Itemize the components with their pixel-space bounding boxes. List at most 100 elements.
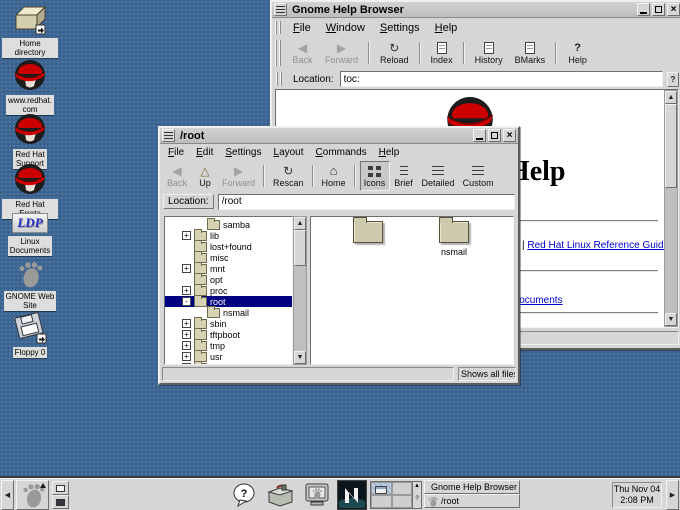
forward-button[interactable]: ▶ Forward <box>218 161 259 191</box>
desk-guide-arrow-button[interactable]: ▲ <box>413 482 421 495</box>
main-menu-button[interactable] <box>16 480 49 510</box>
tree-item[interactable]: - root <box>165 296 292 307</box>
menu-item[interactable]: File <box>162 146 190 159</box>
mini-applet-top-button[interactable] <box>52 481 69 495</box>
menu-item[interactable]: Settings <box>373 20 428 36</box>
menu-item[interactable]: Layout <box>268 146 310 159</box>
desktop-icon-red-hat-errata[interactable]: Red Hat Errata <box>2 160 58 219</box>
tree-item[interactable]: + tmp <box>165 340 292 351</box>
icons-view-button[interactable]: Icons <box>360 161 390 191</box>
tree-item[interactable]: lost+found <box>165 241 292 252</box>
menu-item[interactable]: Help <box>373 146 406 159</box>
tree-item[interactable]: + lib <box>165 230 292 241</box>
location-help-button[interactable]: ? <box>667 72 679 87</box>
task-button[interactable]: Gnome Help Browser <box>424 480 520 494</box>
menubar-grip[interactable] <box>275 21 283 34</box>
close-button[interactable]: × <box>503 129 516 142</box>
scrollbar-track[interactable] <box>294 230 306 351</box>
clock-applet[interactable]: Thu Nov 04 2:08 PM <box>612 482 662 508</box>
menu-item[interactable]: Window <box>319 20 373 36</box>
scrollbar-thumb[interactable] <box>665 104 677 188</box>
custom-view-button[interactable]: Custom <box>459 161 498 191</box>
tree-expander-icon[interactable]: + <box>182 363 191 365</box>
desktop-icon-www-redhat-com[interactable]: www.redhat. com <box>2 56 58 115</box>
up-button[interactable]: △ Up <box>192 161 218 191</box>
location-input[interactable] <box>218 194 515 210</box>
tree-expander-icon[interactable]: + <box>182 352 191 361</box>
brief-view-button[interactable]: Brief <box>390 161 418 191</box>
file-icon-pane[interactable]: nsmail <box>310 216 514 365</box>
help-vertical-scrollbar[interactable]: ▲ ▼ <box>664 90 678 327</box>
menu-item[interactable]: Help <box>428 20 466 36</box>
detailed-view-button[interactable]: Detailed <box>418 161 459 191</box>
scroll-down-icon[interactable]: ▼ <box>665 313 677 326</box>
bmarks-button[interactable]: BMarks <box>509 38 552 68</box>
location-input[interactable] <box>340 71 663 87</box>
menu-item[interactable]: Commands <box>310 146 373 159</box>
desk-guide-help-button[interactable]: ? <box>413 495 421 508</box>
scroll-down-icon[interactable]: ▼ <box>294 351 306 364</box>
home-button[interactable]: ⌂ Home <box>318 161 350 191</box>
menu-item[interactable]: File <box>286 20 319 36</box>
tree-expander-icon[interactable]: + <box>182 319 191 328</box>
file-icon-item[interactable] <box>339 221 397 256</box>
tree-item[interactable]: + tftpboot <box>165 329 292 340</box>
scroll-up-icon[interactable]: ▲ <box>294 217 306 230</box>
tree-item[interactable]: + mnt <box>165 263 292 274</box>
help-button[interactable]: ? Help <box>561 38 594 68</box>
menu-item[interactable]: Edit <box>190 146 219 159</box>
history-button[interactable]: History <box>469 38 509 68</box>
tree-item[interactable]: + proc <box>165 285 292 296</box>
desktop-1-active[interactable] <box>371 482 392 495</box>
desk-guide-applet[interactable]: ▲ ? <box>370 481 422 509</box>
reference-guide-link[interactable]: Red Hat Linux Reference Guide <box>527 240 664 251</box>
minimize-button[interactable] <box>637 3 650 16</box>
toolbox-launcher[interactable] <box>262 480 297 510</box>
tree-item[interactable]: misc <box>165 252 292 263</box>
desktop-icon-home-directory[interactable]: Home directory <box>2 3 58 58</box>
desktop-icon-floppy-0[interactable]: Floppy 0 <box>2 312 58 358</box>
help-window-titlebar[interactable]: Gnome Help Browser × <box>272 2 680 18</box>
back-button[interactable]: ◀ Back <box>286 38 319 68</box>
netscape-launcher[interactable] <box>337 480 367 510</box>
tree-expander-icon[interactable]: - <box>182 297 191 306</box>
task-button[interactable]: /root <box>424 494 520 508</box>
location-grip[interactable] <box>276 72 284 86</box>
scroll-up-icon[interactable]: ▲ <box>665 91 677 104</box>
fm-window-titlebar[interactable]: /root × <box>160 128 518 144</box>
mini-applet-bottom-button[interactable] <box>52 495 69 509</box>
file-icon-item[interactable]: nsmail <box>425 221 483 257</box>
tree-expander-icon[interactable]: + <box>182 286 191 295</box>
tree-expander-icon[interactable]: + <box>182 341 191 350</box>
reload-button[interactable]: ↻ Reload <box>374 38 415 68</box>
forward-button[interactable]: ▶ Forward <box>319 38 364 68</box>
maximize-button[interactable] <box>488 129 501 142</box>
panel-hide-right-button[interactable]: ▶ <box>666 480 679 510</box>
toolbar-grip[interactable] <box>275 40 283 66</box>
back-button[interactable]: ◀ Back <box>162 161 192 191</box>
rescan-button[interactable]: ↻ Rescan <box>269 161 308 191</box>
desktop-2[interactable] <box>392 482 413 495</box>
minimize-button[interactable] <box>473 129 486 142</box>
tree-item[interactable]: samba <box>165 219 292 230</box>
scrollbar-thumb[interactable] <box>294 230 306 266</box>
terminal-launcher[interactable] <box>300 480 333 510</box>
window-menu-icon[interactable] <box>274 3 287 16</box>
tree-expander-icon[interactable]: + <box>182 231 191 240</box>
close-button[interactable]: × <box>667 3 680 16</box>
tree-item[interactable]: + var <box>165 362 292 365</box>
desktop-4[interactable] <box>392 495 413 508</box>
help-launcher[interactable]: ? <box>229 480 260 510</box>
tree-item[interactable]: nsmail <box>165 307 292 318</box>
tree-item[interactable]: opt <box>165 274 292 285</box>
index-button[interactable]: Index <box>425 38 459 68</box>
tree-item[interactable]: + sbin <box>165 318 292 329</box>
tree-scrollbar[interactable]: ▲ ▼ <box>293 216 307 365</box>
panel-hide-left-button[interactable]: ◀ <box>1 480 14 510</box>
window-menu-icon[interactable] <box>162 129 175 142</box>
desktop-icon-linux-documents[interactable]: LDP Linux Documents <box>2 213 58 256</box>
tree-expander-icon[interactable]: + <box>182 264 191 273</box>
tree-expander-icon[interactable]: + <box>182 330 191 339</box>
desktop-3[interactable] <box>371 495 392 508</box>
tree-item[interactable]: + usr <box>165 351 292 362</box>
